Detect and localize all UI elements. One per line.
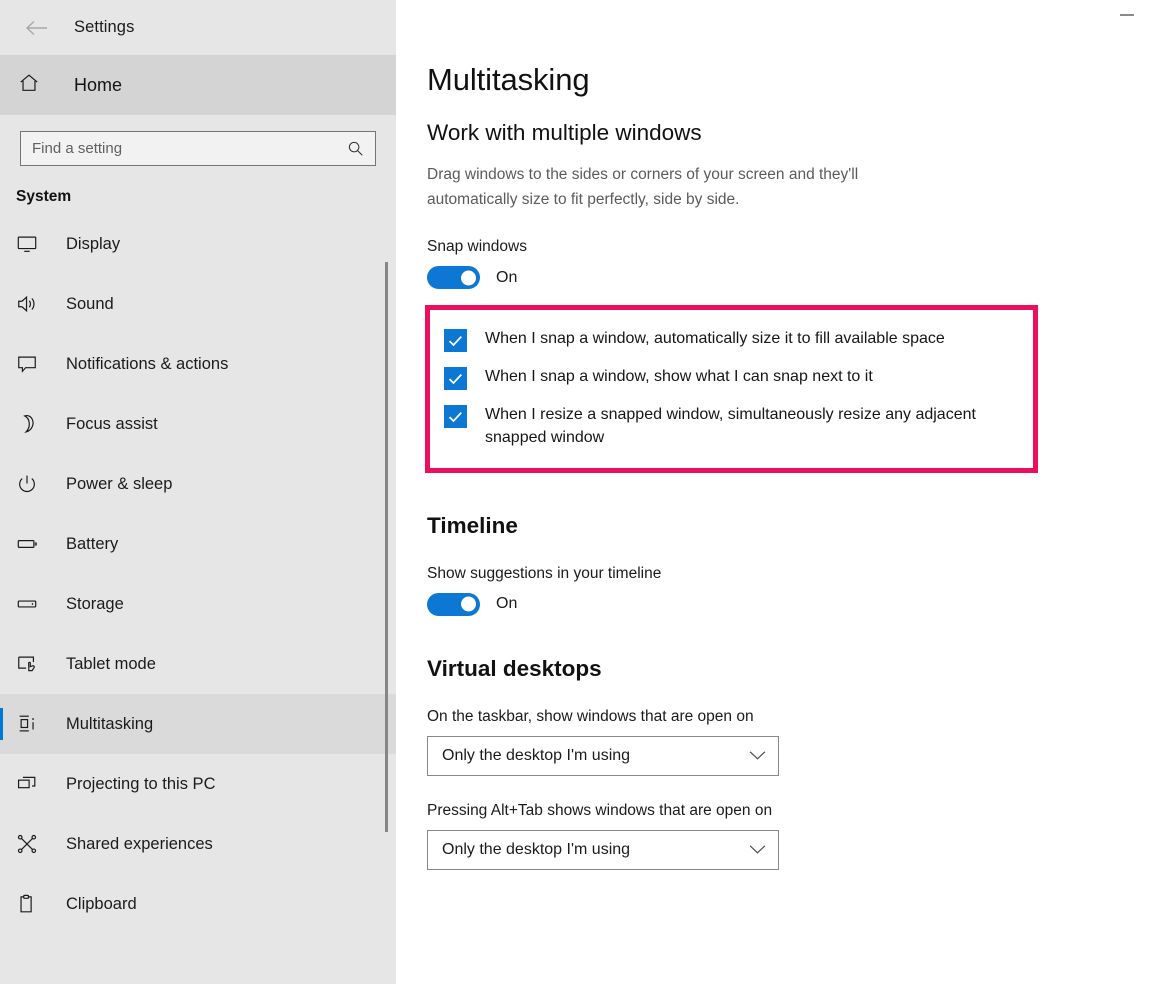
sidebar-item-clipboard[interactable]: Clipboard bbox=[0, 874, 396, 934]
sidebar-item-label: Notifications & actions bbox=[66, 354, 229, 373]
sidebar-item-label: Focus assist bbox=[66, 414, 158, 433]
alttab-dropdown-value: Only the desktop I'm using bbox=[442, 840, 631, 858]
title-bar: Settings bbox=[0, 0, 1168, 55]
checkbox-checked-icon[interactable] bbox=[444, 405, 467, 429]
clipboard-icon bbox=[16, 893, 50, 915]
snap-windows-toggle-row: On bbox=[427, 266, 1168, 290]
sidebar-item-home[interactable]: Home bbox=[0, 55, 396, 115]
alttab-dropdown-label: Pressing Alt+Tab shows windows that are … bbox=[427, 801, 773, 819]
settings-window: Settings Home Find a setting System Disp… bbox=[0, 0, 1168, 984]
snap-options-highlight-box: When I snap a window, automatically size… bbox=[425, 305, 1038, 473]
home-icon bbox=[18, 72, 56, 99]
search-input[interactable] bbox=[21, 132, 375, 165]
sidebar-item-label: Multitasking bbox=[66, 714, 154, 733]
snap-option-row[interactable]: When I resize a snapped window, simultan… bbox=[444, 404, 1021, 449]
checkbox-checked-icon[interactable] bbox=[444, 329, 467, 353]
sidebar-item-label: Storage bbox=[66, 594, 124, 613]
monitor-icon bbox=[16, 233, 50, 255]
speaker-icon bbox=[16, 293, 50, 315]
sidebar: Home System bbox=[0, 55, 396, 984]
sidebar-item-home-label: Home bbox=[74, 74, 123, 95]
snap-option-label: When I resize a snapped window, simultan… bbox=[485, 406, 976, 446]
sidebar-item-projecting[interactable]: Projecting to this PC bbox=[0, 754, 396, 814]
sidebar-item-label: Tablet mode bbox=[66, 654, 156, 673]
sidebar-item-display[interactable]: Display bbox=[0, 214, 396, 274]
taskbar-desktop-dropdown[interactable]: Only the desktop I'm using bbox=[427, 735, 779, 776]
virtual-desktops-heading: Virtual desktops bbox=[427, 655, 602, 681]
battery-icon bbox=[16, 533, 50, 555]
sidebar-scrollbar-thumb[interactable] bbox=[385, 262, 388, 832]
chat-bubble-icon bbox=[16, 353, 50, 375]
snap-option-row[interactable]: When I snap a window, show what I can sn… bbox=[444, 366, 1021, 391]
timeline-toggle-row: On bbox=[427, 592, 1168, 616]
search-wrapper bbox=[0, 115, 396, 166]
sidebar-item-label: Power & sleep bbox=[66, 474, 173, 493]
snap-section-heading: Work with multiple windows bbox=[427, 120, 702, 145]
sidebar-item-battery[interactable]: Battery bbox=[0, 514, 396, 574]
main-content: Multitasking Work with multiple windows … bbox=[396, 55, 1168, 984]
minimize-icon bbox=[1120, 14, 1134, 16]
snap-description: Drag windows to the sides or corners of … bbox=[427, 166, 859, 209]
search-icon[interactable] bbox=[341, 132, 369, 165]
sidebar-item-label: Battery bbox=[66, 534, 119, 553]
app-title: Settings bbox=[74, 18, 135, 36]
toggle-knob bbox=[461, 270, 476, 286]
sidebar-item-power-sleep[interactable]: Power & sleep bbox=[0, 454, 396, 514]
toggle-knob bbox=[461, 596, 476, 612]
minimize-button[interactable] bbox=[1104, 0, 1150, 30]
sidebar-item-shared-experiences[interactable]: Shared experiences bbox=[0, 814, 396, 874]
share-nodes-icon bbox=[16, 833, 50, 855]
multitasking-icon bbox=[16, 713, 50, 735]
snap-option-label: When I snap a window, automatically size… bbox=[485, 330, 945, 348]
alttab-desktop-dropdown[interactable]: Only the desktop I'm using bbox=[427, 829, 779, 870]
project-screen-icon bbox=[16, 773, 50, 795]
moon-icon bbox=[16, 413, 50, 435]
timeline-toggle-state: On bbox=[496, 595, 518, 613]
power-icon bbox=[16, 473, 50, 495]
chevron-down-icon bbox=[749, 844, 766, 855]
sidebar-item-multitasking[interactable]: Multitasking bbox=[0, 694, 396, 754]
sidebar-item-sound[interactable]: Sound bbox=[0, 274, 396, 334]
sidebar-item-storage[interactable]: Storage bbox=[0, 574, 396, 634]
timeline-suggestions-toggle[interactable] bbox=[427, 592, 480, 616]
snap-windows-toggle[interactable] bbox=[427, 266, 480, 290]
snap-option-row[interactable]: When I snap a window, automatically size… bbox=[444, 328, 1021, 353]
drive-icon bbox=[16, 593, 50, 615]
chevron-down-icon bbox=[749, 750, 766, 761]
sidebar-item-label: Clipboard bbox=[66, 894, 137, 913]
sidebar-item-label: Shared experiences bbox=[66, 834, 213, 853]
sidebar-group-title: System bbox=[16, 188, 72, 205]
sidebar-item-label: Projecting to this PC bbox=[66, 774, 216, 793]
timeline-heading: Timeline bbox=[427, 512, 518, 538]
sidebar-item-label: Display bbox=[66, 234, 121, 253]
snap-windows-toggle-state: On bbox=[496, 268, 518, 286]
tablet-touch-icon bbox=[16, 653, 50, 675]
snap-windows-label: Snap windows bbox=[427, 238, 527, 256]
sidebar-item-focus-assist[interactable]: Focus assist bbox=[0, 394, 396, 454]
sidebar-scrollbar[interactable] bbox=[383, 55, 391, 984]
sidebar-item-label: Sound bbox=[66, 294, 114, 313]
back-arrow-icon[interactable] bbox=[18, 13, 56, 43]
checkbox-checked-icon[interactable] bbox=[444, 367, 467, 391]
title-bar-left: Settings bbox=[0, 0, 396, 55]
page-title: Multitasking bbox=[427, 62, 590, 97]
snap-option-label: When I snap a window, show what I can sn… bbox=[485, 368, 873, 386]
sidebar-item-notifications[interactable]: Notifications & actions bbox=[0, 334, 396, 394]
sidebar-nav-list: Display Sound Notifications & actions Fo… bbox=[0, 214, 396, 934]
sidebar-item-tablet-mode[interactable]: Tablet mode bbox=[0, 634, 396, 694]
timeline-suggestions-label: Show suggestions in your timeline bbox=[427, 564, 662, 582]
search-box[interactable] bbox=[20, 131, 376, 166]
taskbar-dropdown-value: Only the desktop I'm using bbox=[442, 746, 631, 764]
taskbar-dropdown-label: On the taskbar, show windows that are op… bbox=[427, 707, 754, 725]
